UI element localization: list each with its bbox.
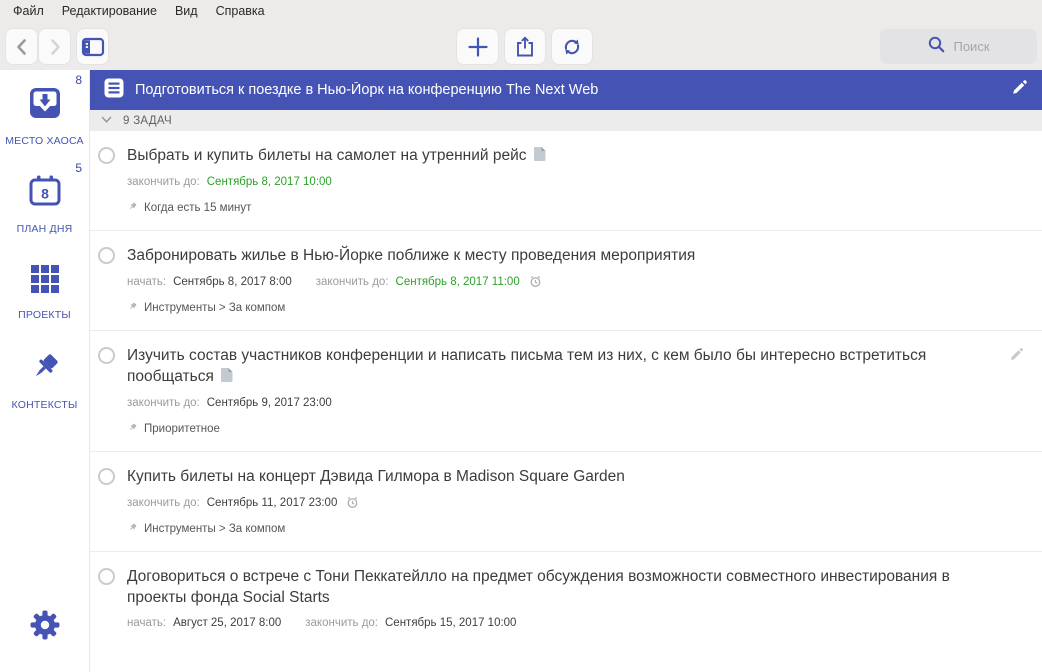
- share-icon: [513, 35, 537, 59]
- due-date: Сентябрь 8, 2017 11:00: [395, 275, 520, 288]
- search-icon: [927, 35, 946, 59]
- task-row[interactable]: Забронировать жилье в Нью-Йорке поближе …: [90, 231, 1042, 331]
- task-checkbox[interactable]: [98, 147, 115, 164]
- back-button[interactable]: [6, 29, 37, 64]
- context-pin-icon: [127, 301, 138, 315]
- task-title: Выбрать и купить билеты на самолет на ут…: [127, 145, 546, 167]
- project-list-icon: [104, 78, 124, 103]
- menu-view[interactable]: Вид: [166, 4, 207, 18]
- alarm-icon: [529, 275, 542, 288]
- inbox-icon: [27, 85, 63, 126]
- task-context: Инструменты > За компом: [127, 522, 625, 536]
- task-checkbox[interactable]: [98, 468, 115, 485]
- task-title: Изучить состав участников конференции и …: [127, 345, 979, 388]
- task-meta: закончить до: Сентябрь 11, 2017 23:00: [127, 496, 625, 509]
- search-input[interactable]: Поиск: [880, 29, 1037, 64]
- task-meta: закончить до: Сентябрь 9, 2017 23:00: [127, 397, 332, 409]
- task-meta: начать: Август 25, 2017 8:00 закончить до…: [127, 617, 517, 629]
- task-body: Купить билеты на концерт Дэвида Гилмора …: [127, 466, 625, 536]
- task-body: Изучить состав участников конференции и …: [127, 345, 979, 436]
- start-date: Август 25, 2017 8:00: [173, 617, 282, 629]
- sidebar-item-contexts[interactable]: КОНТЕКСТЫ: [0, 336, 89, 424]
- menu-file[interactable]: Файл: [4, 4, 53, 18]
- task-meta: начать: Сентябрь 8, 2017 8:00 закончить д…: [127, 275, 695, 288]
- sidebar-item-label: ПРОЕКТЫ: [18, 309, 71, 321]
- task-row[interactable]: Купить билеты на концерт Дэвида Гилмора …: [90, 452, 1042, 552]
- due-date: Сентябрь 8, 2017 10:00: [206, 176, 332, 188]
- svg-text:8: 8: [41, 186, 49, 202]
- sidebar-item-label: МЕСТО ХАОСА: [5, 135, 84, 147]
- sidebar-item-inbox[interactable]: 8 МЕСТО ХАОСА: [0, 72, 89, 160]
- refresh-icon: [560, 35, 584, 59]
- chevron-down-icon: [101, 115, 112, 127]
- sidebar-item-label: ПЛАН ДНЯ: [16, 223, 73, 235]
- note-icon: [220, 367, 233, 388]
- project-header: Подготовиться к поездке в Нью-Йорк на ко…: [90, 70, 1042, 110]
- sidebar: 8 МЕСТО ХАОСА 5 8 ПЛАН ДНЯ ПРОЕКТЫ КОНТЕ…: [0, 70, 90, 672]
- context-label: Когда есть 15 минут: [144, 202, 252, 214]
- share-button[interactable]: [505, 29, 545, 64]
- context-label: Инструменты > За компом: [144, 523, 286, 535]
- due-date: Сентябрь 9, 2017 23:00: [206, 397, 332, 409]
- section-label: 9 ЗАДАЧ: [123, 114, 172, 127]
- task-title: Забронировать жилье в Нью-Йорке поближе …: [127, 247, 696, 264]
- app-window: Файл Редактирование Вид Справка Поиск 8 …: [0, 0, 1042, 672]
- toolbar: Поиск: [0, 22, 1042, 70]
- task-context: Когда есть 15 минут: [127, 201, 546, 215]
- task-list: Выбрать и купить билеты на самолет на ут…: [90, 131, 1042, 672]
- task-checkbox[interactable]: [98, 347, 115, 364]
- context-pin-icon: [127, 422, 138, 436]
- menu-help[interactable]: Справка: [207, 4, 274, 18]
- start-date: Сентябрь 8, 2017 8:00: [173, 275, 292, 288]
- sidebar-item-projects[interactable]: ПРОЕКТЫ: [0, 248, 89, 336]
- sidebar-toggle-button[interactable]: [77, 29, 108, 64]
- task-body: Выбрать и купить билеты на самолет на ут…: [127, 145, 546, 215]
- note-icon: [533, 146, 546, 167]
- calendar-icon: 8: [27, 173, 63, 214]
- menu-edit[interactable]: Редактирование: [53, 4, 166, 18]
- refresh-button[interactable]: [552, 29, 592, 64]
- add-button[interactable]: [457, 29, 498, 64]
- projects-grid-icon: [29, 263, 61, 300]
- task-context: Инструменты > За компом: [127, 301, 695, 315]
- task-row[interactable]: Выбрать и купить билеты на самолет на ут…: [90, 131, 1042, 231]
- context-pin-icon: [127, 201, 138, 215]
- edit-task-pencil-icon[interactable]: [1009, 347, 1024, 367]
- context-pin-icon: [127, 522, 138, 536]
- pin-icon: [27, 349, 63, 390]
- task-row[interactable]: Договориться о встрече с Тони Пеккатейлл…: [90, 552, 1042, 644]
- tasks-section-header[interactable]: 9 ЗАДАЧ: [90, 110, 1042, 131]
- chevron-left-icon: [11, 35, 33, 59]
- forward-button[interactable]: [39, 29, 70, 64]
- day-plan-count-badge: 5: [75, 161, 82, 175]
- edit-project-pencil-icon[interactable]: [1011, 79, 1028, 101]
- inbox-count-badge: 8: [75, 73, 82, 87]
- context-label: Инструменты > За компом: [144, 302, 286, 314]
- main-panel: Подготовиться к поездке в Нью-Йорк на ко…: [90, 70, 1042, 672]
- sidebar-item-label: КОНТЕКСТЫ: [11, 399, 78, 411]
- menubar: Файл Редактирование Вид Справка: [0, 0, 1042, 22]
- plus-icon: [466, 35, 490, 59]
- due-date: Сентябрь 11, 2017 23:00: [206, 496, 338, 509]
- task-context: Приоритетное: [127, 422, 979, 436]
- context-label: Приоритетное: [144, 423, 220, 435]
- task-row[interactable]: Изучить состав участников конференции и …: [90, 331, 1042, 452]
- task-title: Договориться о встрече с Тони Пеккатейлл…: [127, 568, 950, 606]
- sidebar-toggle-icon: [81, 35, 105, 59]
- task-meta: закончить до: Сентябрь 8, 2017 10:00: [127, 176, 332, 188]
- due-date: Сентябрь 15, 2017 10:00: [385, 617, 517, 629]
- gear-icon: [29, 609, 61, 646]
- chevron-right-icon: [44, 35, 66, 59]
- sidebar-item-day-plan[interactable]: 5 8 ПЛАН ДНЯ: [0, 160, 89, 248]
- search-placeholder: Поиск: [953, 39, 990, 54]
- project-title: Подготовиться к поездке в Нью-Йорк на ко…: [135, 82, 599, 98]
- task-body: Договориться о встрече с Тони Пеккатейлл…: [127, 566, 979, 629]
- settings-button[interactable]: [0, 609, 89, 672]
- task-title: Купить билеты на концерт Дэвида Гилмора …: [127, 468, 625, 485]
- task-body: Забронировать жилье в Нью-Йорке поближе …: [127, 245, 695, 315]
- task-checkbox[interactable]: [98, 568, 115, 585]
- alarm-icon: [346, 496, 359, 509]
- task-checkbox[interactable]: [98, 247, 115, 264]
